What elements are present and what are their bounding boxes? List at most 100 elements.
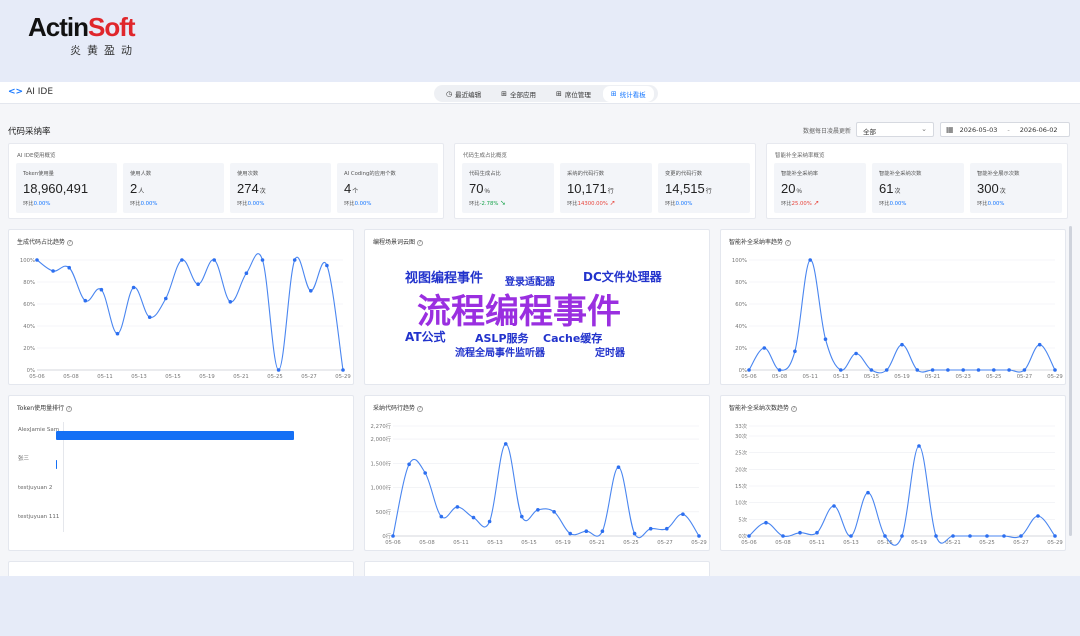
data-point[interactable]: [503, 442, 508, 446]
data-point[interactable]: [196, 282, 200, 286]
data-point[interactable]: [762, 346, 767, 350]
data-point[interactable]: [951, 534, 955, 538]
data-point[interactable]: [681, 512, 685, 516]
data-point[interactable]: [407, 462, 411, 467]
data-point[interactable]: [520, 514, 524, 519]
tab-seats[interactable]: ⊞ 席位管理: [548, 86, 599, 102]
data-point[interactable]: [391, 534, 395, 538]
data-point[interactable]: [976, 368, 981, 372]
data-point[interactable]: [471, 515, 476, 520]
rank-bar[interactable]: [56, 460, 57, 469]
scrollbar[interactable]: [1069, 226, 1072, 536]
data-point[interactable]: [930, 368, 935, 372]
data-point[interactable]: [487, 519, 492, 524]
data-point[interactable]: [260, 258, 265, 262]
data-point[interactable]: [164, 296, 168, 301]
data-point[interactable]: [212, 258, 216, 262]
data-point[interactable]: [798, 530, 802, 535]
wordcloud-word[interactable]: Cache缓存: [543, 330, 602, 346]
data-point[interactable]: [51, 269, 55, 273]
data-point[interactable]: [616, 465, 621, 469]
data-point[interactable]: [131, 285, 136, 290]
data-point[interactable]: [1037, 342, 1042, 347]
help-icon[interactable]: ?: [66, 406, 73, 412]
data-point[interactable]: [568, 531, 572, 536]
data-point[interactable]: [1036, 514, 1040, 518]
data-point[interactable]: [747, 368, 751, 372]
data-point[interactable]: [147, 315, 152, 319]
data-point[interactable]: [455, 505, 460, 509]
data-point[interactable]: [1053, 534, 1057, 538]
scope-select[interactable]: 全部 ⌄: [856, 122, 934, 137]
data-point[interactable]: [1053, 368, 1057, 372]
data-point[interactable]: [793, 349, 797, 354]
wordcloud-word[interactable]: AT公式: [405, 328, 446, 345]
data-point[interactable]: [1019, 534, 1023, 538]
data-point[interactable]: [808, 258, 812, 262]
data-point[interactable]: [536, 508, 540, 512]
data-point[interactable]: [244, 271, 249, 275]
wordcloud-word[interactable]: DC文件处理器: [583, 268, 662, 285]
data-point[interactable]: [180, 258, 184, 262]
data-point[interactable]: [552, 510, 556, 514]
data-point[interactable]: [869, 368, 874, 372]
data-point[interactable]: [823, 337, 828, 341]
data-point[interactable]: [946, 368, 950, 372]
data-point[interactable]: [866, 490, 870, 495]
data-point[interactable]: [747, 534, 751, 538]
data-point[interactable]: [777, 368, 782, 372]
data-point[interactable]: [900, 534, 904, 538]
data-point[interactable]: [900, 342, 904, 347]
wordcloud-word[interactable]: 流程编程事件: [417, 284, 621, 333]
data-point[interactable]: [115, 331, 120, 336]
data-point[interactable]: [648, 526, 653, 531]
tab-recent[interactable]: ◷ 最近编辑: [438, 86, 489, 102]
data-point[interactable]: [992, 368, 996, 372]
data-point[interactable]: [764, 520, 768, 525]
data-point[interactable]: [815, 530, 819, 535]
data-point[interactable]: [325, 263, 329, 268]
data-point[interactable]: [632, 531, 637, 536]
date-end[interactable]: 2026-06-02: [1020, 126, 1058, 134]
data-point[interactable]: [600, 529, 605, 533]
data-point[interactable]: [781, 534, 785, 538]
data-point[interactable]: [832, 504, 836, 508]
date-range-picker[interactable]: ▦ 2026-05-03 - 2026-06-02: [940, 122, 1070, 137]
data-point[interactable]: [883, 534, 887, 538]
data-point[interactable]: [1022, 368, 1027, 372]
data-point[interactable]: [1002, 534, 1006, 538]
date-start[interactable]: 2026-05-03: [960, 126, 998, 134]
data-point[interactable]: [83, 298, 88, 303]
data-point[interactable]: [839, 368, 843, 372]
data-point[interactable]: [968, 534, 972, 538]
app-title[interactable]: <> AI IDE: [8, 87, 53, 97]
data-point[interactable]: [309, 289, 313, 293]
tab-dashboard[interactable]: ⊞ 统计看板: [602, 85, 654, 102]
data-point[interactable]: [849, 534, 853, 538]
data-point[interactable]: [697, 534, 701, 538]
data-point[interactable]: [67, 265, 71, 270]
wordcloud-word[interactable]: 流程全局事件监听器: [455, 344, 545, 359]
data-point[interactable]: [341, 368, 345, 372]
data-point[interactable]: [854, 351, 858, 356]
data-point[interactable]: [584, 529, 589, 533]
data-point[interactable]: [985, 534, 989, 538]
tab-all-apps[interactable]: ⊞ 全部应用: [493, 86, 544, 102]
data-point[interactable]: [439, 514, 444, 519]
data-point[interactable]: [99, 287, 104, 292]
data-point[interactable]: [884, 368, 889, 372]
data-point[interactable]: [35, 258, 39, 262]
wordcloud-word[interactable]: 定时器: [595, 344, 625, 359]
data-point[interactable]: [961, 368, 965, 372]
rank-bar[interactable]: [56, 431, 294, 440]
data-point[interactable]: [934, 534, 938, 538]
help-icon[interactable]: ?: [417, 240, 424, 246]
data-point[interactable]: [292, 258, 297, 262]
data-point[interactable]: [276, 368, 281, 372]
data-point[interactable]: [917, 444, 921, 448]
data-point[interactable]: [665, 526, 669, 531]
data-point[interactable]: [915, 368, 920, 372]
data-point[interactable]: [1007, 368, 1011, 372]
data-point[interactable]: [423, 471, 427, 475]
data-point[interactable]: [228, 300, 233, 304]
